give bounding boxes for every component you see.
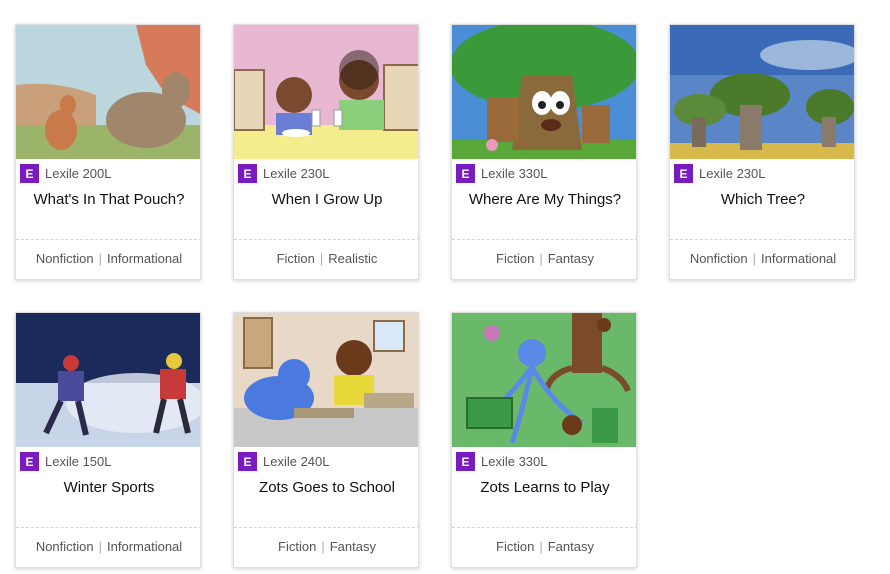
book-tags: Fiction | Realistic — [234, 251, 418, 266]
tag-separator: | — [98, 251, 103, 266]
book-meta: E Lexile 240L — [238, 452, 330, 471]
level-badge: E — [238, 452, 257, 471]
book-cover-image[interactable] — [670, 25, 854, 159]
lexile-level: Lexile 330L — [481, 166, 548, 181]
book-tags: Nonfiction | Informational — [670, 251, 854, 266]
book-tags: Nonfiction | Informational — [16, 251, 200, 266]
book-card[interactable]: E Lexile 330L Zots Learns to Play Fictio… — [451, 312, 637, 568]
level-badge: E — [20, 452, 39, 471]
book-cover-image[interactable] — [452, 313, 636, 447]
book-cover-image[interactable] — [16, 313, 200, 447]
type-tag: Informational — [761, 251, 837, 266]
book-meta: E Lexile 330L — [456, 452, 548, 471]
type-tag: Informational — [107, 251, 183, 266]
book-cover-image[interactable] — [452, 25, 636, 159]
divider — [16, 527, 200, 528]
book-title[interactable]: Where Are My Things? — [452, 191, 636, 208]
type-tag: Informational — [107, 539, 183, 554]
genre-tag: Fiction — [496, 251, 535, 266]
lexile-level: Lexile 150L — [45, 454, 112, 469]
level-badge: E — [20, 164, 39, 183]
book-cover-image[interactable] — [234, 313, 418, 447]
genre-tag: Fiction — [278, 539, 317, 554]
type-tag: Fantasy — [329, 539, 376, 554]
divider — [670, 239, 854, 240]
tag-separator: | — [98, 539, 103, 554]
book-card[interactable]: E Lexile 150L Winter Sports Nonfiction | I… — [15, 312, 201, 568]
divider — [452, 527, 636, 528]
book-title[interactable]: Zots Learns to Play — [452, 479, 636, 496]
book-card[interactable]: E Lexile 200L What's In That Pouch? Nonf… — [15, 24, 201, 280]
tag-separator: | — [319, 251, 324, 266]
tag-separator: | — [321, 539, 325, 554]
level-badge: E — [674, 164, 693, 183]
genre-tag: Fiction — [496, 539, 535, 554]
book-cover-image[interactable] — [16, 25, 200, 159]
book-meta: E Lexile 200L — [20, 164, 112, 183]
book-tags: Fiction | Fantasy — [452, 539, 636, 554]
level-badge: E — [456, 452, 475, 471]
book-title[interactable]: Which Tree? — [670, 191, 854, 208]
genre-tag: Nonfiction — [689, 251, 748, 266]
genre-tag: Fiction — [276, 251, 315, 266]
lexile-level: Lexile 200L — [45, 166, 112, 181]
type-tag: Realistic — [328, 251, 378, 266]
lexile-level: Lexile 240L — [263, 454, 330, 469]
lexile-level: Lexile 330L — [481, 454, 548, 469]
lexile-level: Lexile 230L — [263, 166, 330, 181]
book-cover-image[interactable] — [234, 25, 418, 159]
divider — [452, 239, 636, 240]
book-meta: E Lexile 330L — [456, 164, 548, 183]
divider — [234, 239, 418, 240]
level-badge: E — [456, 164, 475, 183]
tag-separator: | — [752, 251, 757, 266]
book-grid: E Lexile 200L What's In That Pouch? Nonf… — [0, 0, 890, 574]
book-title[interactable]: When I Grow Up — [234, 191, 418, 208]
book-meta: E Lexile 150L — [20, 452, 112, 471]
lexile-level: Lexile 230L — [699, 166, 766, 181]
tag-separator: | — [539, 251, 543, 266]
tag-separator: | — [539, 539, 543, 554]
book-card[interactable]: E Lexile 330L Where Are My Things? Ficti… — [451, 24, 637, 280]
book-title[interactable]: Zots Goes to School — [234, 479, 418, 496]
book-meta: E Lexile 230L — [238, 164, 330, 183]
divider — [16, 239, 200, 240]
type-tag: Fantasy — [547, 251, 594, 266]
book-card[interactable]: E Lexile 240L Zots Goes to School Fictio… — [233, 312, 419, 568]
book-title[interactable]: Winter Sports — [16, 479, 200, 496]
book-tags: Nonfiction | Informational — [16, 539, 200, 554]
book-card[interactable]: E Lexile 230L When I Grow Up Fiction | Rea… — [233, 24, 419, 280]
book-tags: Fiction | Fantasy — [234, 539, 418, 554]
type-tag: Fantasy — [547, 539, 594, 554]
level-badge: E — [238, 164, 257, 183]
book-tags: Fiction | Fantasy — [452, 251, 636, 266]
divider — [234, 527, 418, 528]
genre-tag: Nonfiction — [35, 539, 94, 554]
genre-tag: Nonfiction — [35, 251, 94, 266]
book-meta: E Lexile 230L — [674, 164, 766, 183]
book-title[interactable]: What's In That Pouch? — [16, 191, 200, 208]
book-card[interactable]: E Lexile 230L Which Tree? Nonfiction | Inf… — [669, 24, 855, 280]
